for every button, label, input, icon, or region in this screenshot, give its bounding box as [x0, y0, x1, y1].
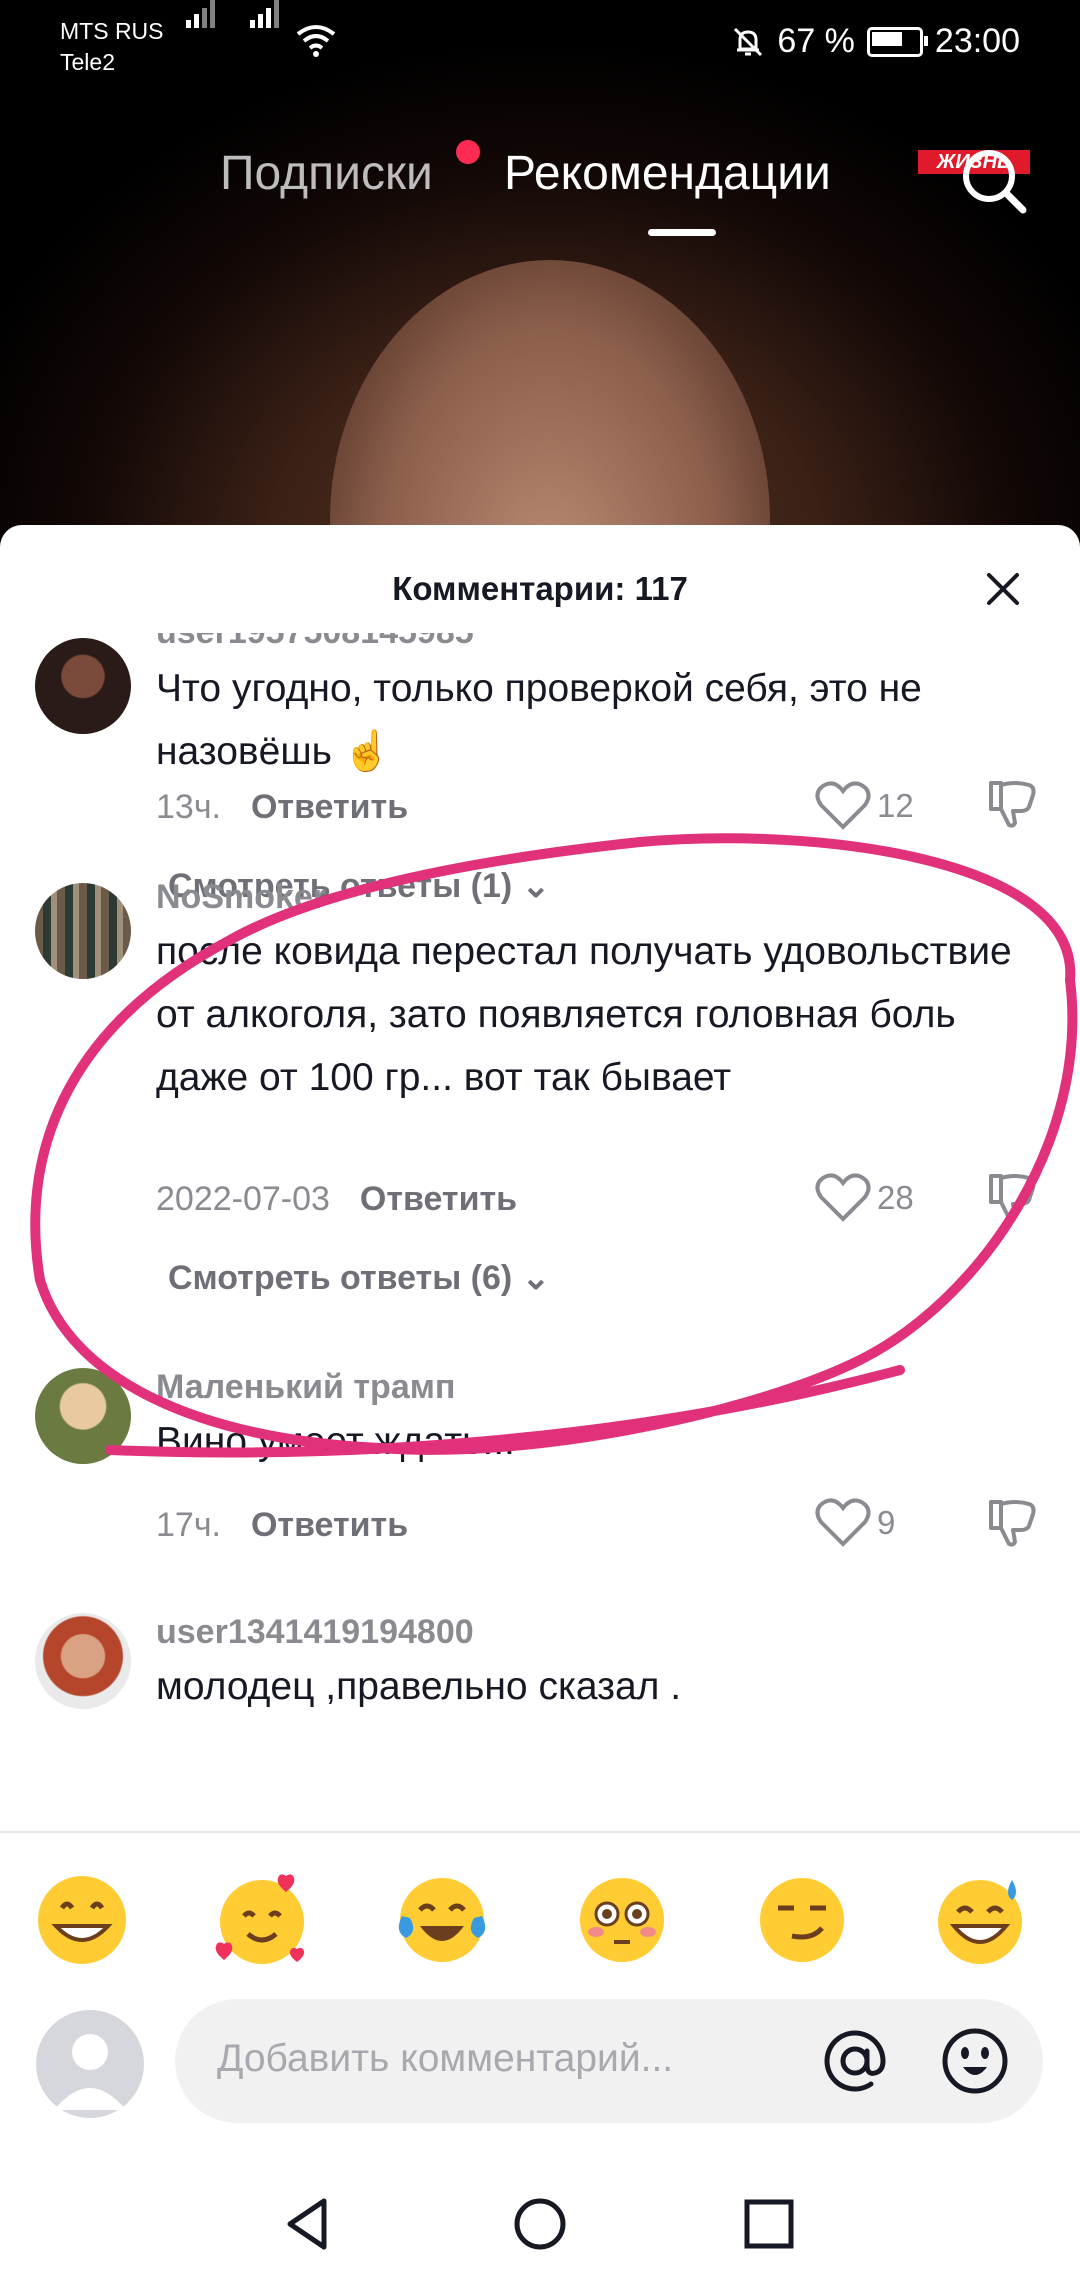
like-count: 28: [877, 1179, 914, 1216]
clock: 23:00: [934, 22, 1020, 60]
comments-sheet: Комментарии: 117 user1957508145985 Что у…: [0, 525, 1080, 2280]
comment-input[interactable]: Добавить комментарий...: [175, 1999, 1043, 2123]
comment-input-placeholder: Добавить комментарий...: [217, 2037, 674, 2080]
comment-meta: 13ч. Ответить: [156, 788, 408, 827]
heart-icon: [815, 1173, 871, 1222]
emoji-flushed-button[interactable]: [572, 1870, 672, 1970]
status-bar: MTS RUS Tele2 67 % 23:00: [0, 0, 1080, 90]
tears-of-joy-emoji-icon: [398, 1878, 486, 1962]
search-icon[interactable]: [955, 142, 1035, 222]
dislike-icon[interactable]: [985, 1170, 1039, 1224]
divider: [0, 1831, 1080, 1833]
comment-text: после ковида перестал получать удовольст…: [156, 930, 1012, 1099]
comment-time: 17ч.: [156, 1506, 221, 1544]
comment-time: 2022-07-03: [156, 1180, 330, 1218]
recents-icon[interactable]: [734, 2189, 804, 2259]
emoji-grin-button[interactable]: [32, 1870, 132, 1970]
sweat-smile-emoji-icon: [938, 1880, 1022, 1964]
comment-text: Вино умеет ждать...: [156, 1420, 515, 1463]
reply-button[interactable]: Ответить: [251, 1506, 408, 1544]
dislike-icon[interactable]: [985, 777, 1039, 831]
comment-username[interactable]: user1341419194800: [156, 1613, 474, 1652]
heart-icon: [815, 781, 871, 830]
home-icon[interactable]: [505, 2189, 575, 2259]
heart-icon: [815, 1498, 871, 1547]
like-button[interactable]: 9: [815, 1498, 895, 1548]
notification-dot: [456, 140, 480, 164]
mute-bell-icon: [734, 27, 763, 56]
back-icon[interactable]: [272, 2189, 342, 2259]
dislike-icon[interactable]: [985, 1496, 1039, 1550]
emoji-hearts-button[interactable]: [212, 1870, 312, 1970]
comments-list[interactable]: user1957508145985 Что угодно, только про…: [0, 633, 1080, 1833]
comments-title: Комментарии: 117: [392, 570, 688, 607]
battery-percent: 67 %: [777, 22, 855, 60]
smiling-hearts-emoji-icon: [215, 1874, 305, 1964]
smirk-emoji-icon: [760, 1878, 844, 1962]
wifi-icon: [296, 25, 336, 57]
comment-text: Что угодно, только проверкой себя, это н…: [156, 667, 922, 773]
comment-meta: 2022-07-03 Ответить: [156, 1180, 517, 1219]
like-button[interactable]: 12: [815, 781, 914, 831]
avatar[interactable]: [35, 883, 131, 979]
comment-username[interactable]: NoSmoker: [156, 878, 326, 917]
mention-icon[interactable]: [815, 2021, 895, 2101]
avatar[interactable]: [35, 1613, 131, 1709]
status-right: 67 % 23:00: [731, 22, 1020, 61]
comment-meta: 17ч. Ответить: [156, 1506, 408, 1545]
close-icon[interactable]: [975, 561, 1031, 617]
battery-icon: [866, 26, 928, 57]
like-count: 12: [877, 787, 914, 824]
comment-text: молодец ,правельно сказал .: [156, 1665, 682, 1708]
view-replies-label: Смотреть ответы (6): [168, 1259, 513, 1297]
reply-button[interactable]: Ответить: [360, 1180, 517, 1218]
emoji-tears-joy-button[interactable]: [392, 1870, 492, 1970]
emoji-sweat-smile-button[interactable]: [930, 1870, 1030, 1970]
like-count: 9: [877, 1504, 896, 1541]
carrier-info: MTS RUS Tele2: [60, 16, 164, 78]
avatar[interactable]: [35, 638, 131, 734]
reply-button[interactable]: Ответить: [251, 788, 408, 826]
tab-following[interactable]: Подписки: [220, 146, 433, 201]
comment-username[interactable]: Маленький трамп: [156, 1368, 455, 1407]
system-nav-bar: [0, 2165, 1080, 2280]
grin-emoji-icon: [38, 1876, 126, 1964]
my-avatar[interactable]: [36, 2010, 144, 2118]
like-button[interactable]: 28: [815, 1173, 914, 1223]
comment-time: 13ч.: [156, 788, 221, 826]
emoji-smirk-button[interactable]: [752, 1870, 852, 1970]
comment-username[interactable]: user1957508145985: [156, 633, 474, 652]
tab-for-you[interactable]: Рекомендации: [504, 146, 831, 201]
emoji-picker-icon[interactable]: [935, 2021, 1015, 2101]
carrier-1: MTS RUS: [60, 18, 164, 44]
flushed-emoji-icon: [580, 1878, 664, 1962]
view-replies-button[interactable]: Смотреть ответы (6) ⌄: [168, 1258, 550, 1298]
active-tab-indicator: [648, 229, 716, 236]
avatar[interactable]: [35, 1368, 131, 1464]
carrier-2: Tele2: [60, 49, 115, 75]
user-placeholder-icon: [54, 2034, 126, 2110]
